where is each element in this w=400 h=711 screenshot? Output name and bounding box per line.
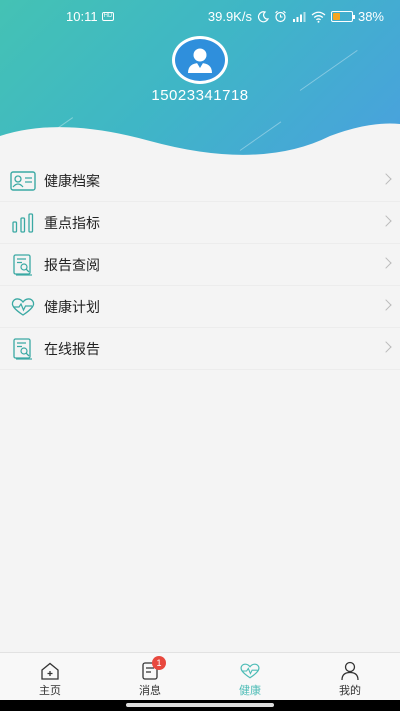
- chevron-right-icon: [380, 299, 392, 311]
- status-bar: 10:11 HD 39.9K/s 38%: [0, 0, 400, 34]
- menu-item-label: 健康计划: [44, 298, 100, 315]
- tab-health[interactable]: 健康: [200, 653, 300, 700]
- tab-label: 我的: [339, 685, 361, 697]
- tab-mine[interactable]: 我的: [300, 653, 400, 700]
- decor-streak: [299, 49, 358, 91]
- battery-icon: [330, 11, 355, 22]
- battery-percent: 38%: [357, 9, 384, 24]
- signal-icon: [292, 11, 306, 22]
- battery-fill: [332, 13, 340, 20]
- tab-messages[interactable]: 消息: [100, 653, 200, 700]
- report-search-icon: [10, 338, 36, 360]
- chevron-right-icon: [380, 341, 392, 353]
- user-phone: 15023341718: [151, 87, 249, 104]
- menu-item-label: 重点指标: [44, 214, 100, 231]
- bar-chart-icon: [10, 212, 36, 234]
- chevron-right-icon: [380, 215, 392, 227]
- health-menu: 健康档案 重点指标 报告查阅 健康计划 在线报告: [0, 160, 400, 370]
- menu-item-label: 在线报告: [44, 340, 100, 357]
- person-icon: [339, 661, 361, 681]
- chevron-right-icon: [380, 257, 392, 269]
- status-time: 10:11: [66, 9, 98, 24]
- menu-item-label: 报告查阅: [44, 256, 100, 273]
- hd-icon: HD: [102, 12, 114, 21]
- bottom-tab-bar: 主页 消息 健康 我的 1: [0, 652, 400, 700]
- home-indicator[interactable]: [126, 703, 274, 707]
- tab-label: 消息: [139, 685, 161, 697]
- alarm-icon: [275, 10, 286, 23]
- tab-label: 健康: [239, 685, 261, 697]
- id-card-icon: [10, 170, 36, 192]
- moon-icon: [257, 10, 269, 22]
- menu-item-online-report[interactable]: 在线报告: [0, 328, 400, 370]
- chevron-right-icon: [380, 173, 392, 185]
- menu-item-key-indicators[interactable]: 重点指标: [0, 202, 400, 244]
- menu-item-report-view[interactable]: 报告查阅: [0, 244, 400, 286]
- menu-item-health-record[interactable]: 健康档案: [0, 160, 400, 202]
- message-badge: 1: [152, 656, 166, 670]
- system-nav-bar: [0, 700, 400, 711]
- tab-home[interactable]: 主页: [0, 653, 100, 700]
- report-search-icon: [10, 254, 36, 276]
- wifi-icon: [311, 11, 326, 23]
- tab-label: 主页: [39, 685, 61, 697]
- menu-item-label: 健康档案: [44, 172, 100, 189]
- user-avatar-icon: [188, 48, 212, 73]
- user-avatar[interactable]: [172, 36, 228, 84]
- home-icon: [39, 661, 61, 681]
- heart-pulse-icon: [10, 296, 36, 318]
- menu-item-health-plan[interactable]: 健康计划: [0, 286, 400, 328]
- heart-pulse-icon: [239, 661, 261, 681]
- network-speed: 39.9K/s: [207, 9, 252, 24]
